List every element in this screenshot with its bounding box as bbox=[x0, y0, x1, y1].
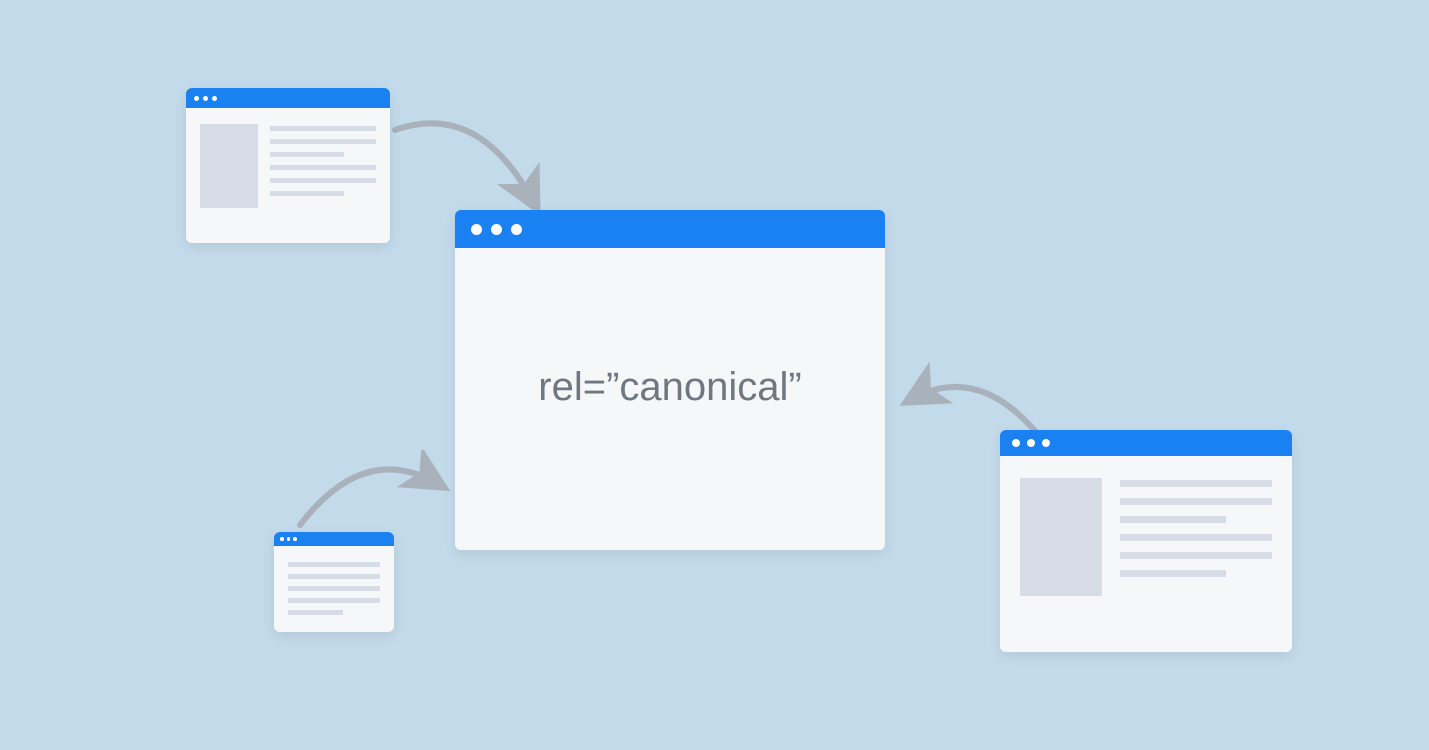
window-dot-icon bbox=[511, 224, 522, 235]
window-body bbox=[186, 108, 390, 224]
window-dot-icon bbox=[194, 96, 199, 101]
window-body bbox=[1000, 456, 1292, 618]
duplicate-page-window-right bbox=[1000, 430, 1292, 652]
window-dot-icon bbox=[491, 224, 502, 235]
window-dot-icon bbox=[203, 96, 208, 101]
window-dot-icon bbox=[1027, 439, 1035, 447]
duplicate-page-window-top-left bbox=[186, 88, 390, 243]
window-titlebar bbox=[186, 88, 390, 108]
content-thumbnail-placeholder bbox=[1020, 478, 1102, 596]
window-dot-icon bbox=[471, 224, 482, 235]
canonical-label: rel=”canonical” bbox=[455, 365, 885, 410]
window-titlebar bbox=[455, 210, 885, 248]
duplicate-page-window-bottom-left bbox=[274, 532, 394, 632]
window-titlebar bbox=[1000, 430, 1292, 456]
content-thumbnail-placeholder bbox=[200, 124, 258, 208]
window-dot-icon bbox=[280, 537, 284, 541]
window-dot-icon bbox=[293, 537, 297, 541]
window-body bbox=[274, 546, 394, 631]
window-titlebar bbox=[274, 532, 394, 546]
content-lines-placeholder bbox=[270, 124, 376, 208]
window-dot-icon bbox=[1042, 439, 1050, 447]
window-dot-icon bbox=[1012, 439, 1020, 447]
canonical-page-window: rel=”canonical” bbox=[455, 210, 885, 550]
window-dot-icon bbox=[287, 537, 291, 541]
content-lines-placeholder bbox=[1120, 478, 1272, 596]
window-dot-icon bbox=[212, 96, 217, 101]
